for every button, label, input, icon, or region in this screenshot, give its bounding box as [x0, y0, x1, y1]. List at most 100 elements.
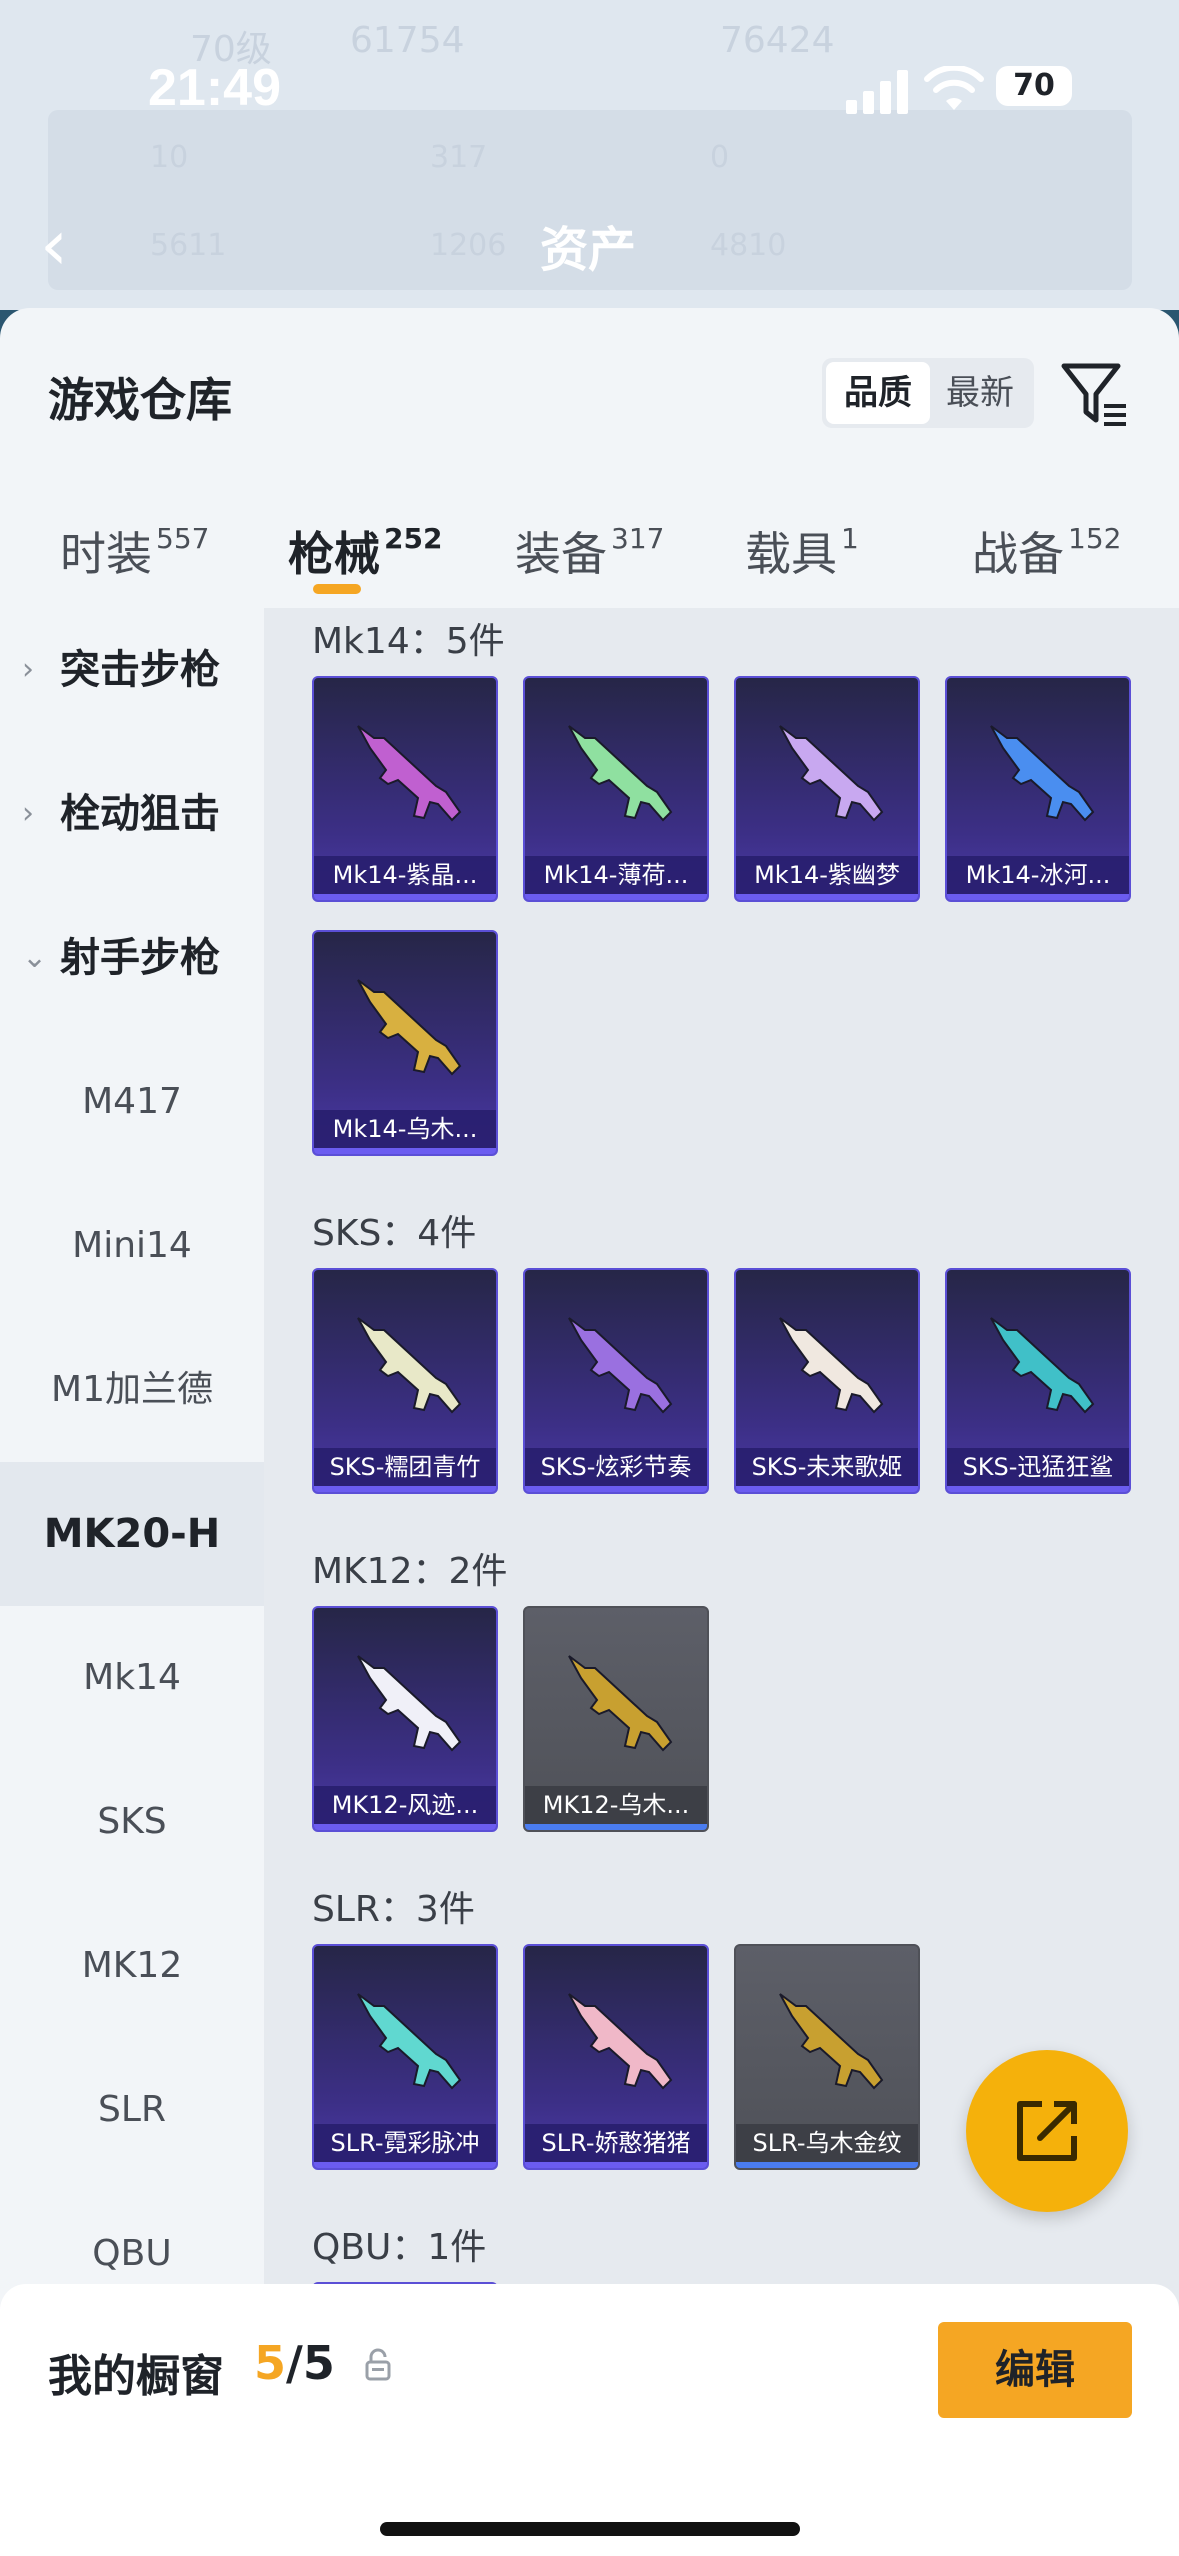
rifle-icon [990, 725, 1095, 822]
sidebar-item[interactable]: M1加兰德 [0, 1318, 264, 1462]
weapon-card[interactable]: Mk14-冰河... [945, 676, 1131, 902]
sidebar-item[interactable]: ⌄ 射手步枪 [0, 886, 264, 1030]
rifle-icon [779, 1993, 884, 2090]
weapon-card[interactable]: SKS-炫彩节奏 [523, 1268, 709, 1494]
showcase-count: 5/5 [254, 2336, 335, 2390]
sidebar-item[interactable]: MK12 [0, 1894, 264, 2038]
sidebar-item-label: SKS [97, 1801, 167, 1842]
share-icon [1017, 2101, 1077, 2161]
weapon-card[interactable]: SLR-霓彩脉冲 [312, 1944, 498, 2170]
tab-supplies[interactable]: 战备 152 [972, 518, 1121, 584]
sidebar-item[interactable]: › 突击步枪 [0, 598, 264, 742]
sheet-title: 游戏仓库 [48, 373, 232, 427]
weapon-name: SLR-娇憨猪猪 [525, 2124, 707, 2162]
weapon-grid: Mk14：5件 Mk14-紫晶... Mk14-薄荷... Mk14-紫幽梦 Mk14-… [264, 608, 1179, 2556]
sidebar-item-label: 射手步枪 [60, 935, 220, 981]
weapon-name: Mk14-乌木... [314, 1110, 496, 1148]
weapon-name: Mk14-薄荷... [525, 856, 707, 894]
sidebar-item-label: Mini14 [72, 1225, 192, 1266]
weapon-card[interactable]: Mk14-薄荷... [523, 676, 709, 902]
weapon-card[interactable]: MK12-乌木... [523, 1606, 709, 1832]
rifle-icon [568, 1317, 673, 1414]
sidebar-item[interactable]: MK20-H [0, 1462, 264, 1606]
weapon-name: SLR-乌木金纹 [736, 2124, 918, 2162]
weapon-card[interactable]: SKS-未来歌姬 [734, 1268, 920, 1494]
rifle-icon [779, 1317, 884, 1414]
weapon-name: Mk14-紫晶... [314, 856, 496, 894]
chevron-icon: › [22, 796, 34, 831]
sort-quality-button[interactable]: 品质 [826, 362, 930, 424]
tab-fashion[interactable]: 时装 557 [60, 518, 209, 584]
wifi-icon [924, 66, 984, 110]
sidebar-item-label: 突击步枪 [60, 647, 220, 693]
sort-latest-button[interactable]: 最新 [928, 362, 1032, 424]
edit-button[interactable]: 编辑 [938, 2322, 1132, 2418]
rarity-bar [314, 1486, 496, 1492]
weapon-name: SKS-未来歌姬 [736, 1448, 918, 1486]
weapon-card[interactable]: Mk14-紫晶... [312, 676, 498, 902]
rarity-bar [525, 2162, 707, 2168]
rarity-bar [314, 2162, 496, 2168]
cellular-signal-icon [846, 70, 908, 114]
rifle-icon [568, 1655, 673, 1752]
sidebar-item[interactable]: Mk14 [0, 1606, 264, 1750]
weapon-name: SKS-炫彩节奏 [525, 1448, 707, 1486]
rarity-bar [736, 1486, 918, 1492]
rifle-icon [357, 979, 462, 1076]
share-button[interactable] [966, 2050, 1128, 2212]
sidebar-item-label: SLR [98, 2089, 166, 2130]
sidebar-item-label: M1加兰德 [51, 1369, 213, 1410]
weapon-card[interactable]: SLR-乌木金纹 [734, 1944, 920, 2170]
rarity-bar [525, 894, 707, 900]
status-time: 21:49 [148, 59, 281, 117]
weapon-card[interactable]: Mk14-紫幽梦 [734, 676, 920, 902]
background-stat: 0 [710, 140, 730, 175]
sidebar-item[interactable]: M417 [0, 1030, 264, 1174]
sidebar-item-label: QBU [92, 2233, 172, 2274]
tab-equipment[interactable]: 装备 317 [515, 518, 664, 584]
category-tabs: 时装 557 枪械 252 装备 317 载具 1 战备 152 [0, 498, 1179, 608]
game-warehouse-sheet: 游戏仓库 品质 最新 时装 557 枪械 252 装备 317 载具 1 战备 152 ›… [0, 308, 1179, 2556]
chevron-icon: › [22, 652, 34, 687]
active-tab-indicator [313, 584, 361, 594]
rifle-icon [357, 725, 462, 822]
weapon-card[interactable]: SKS-糯团青竹 [312, 1268, 498, 1494]
sidebar-item[interactable]: Mini14 [0, 1174, 264, 1318]
sidebar-item-label: MK12 [81, 1945, 183, 1986]
weapon-card[interactable]: Mk14-乌木... [312, 930, 498, 1156]
sidebar-item-label: 栓动狙击 [60, 791, 220, 837]
rifle-icon [357, 1993, 462, 2090]
rifle-icon [357, 1655, 462, 1752]
back-button[interactable]: ‹ [40, 205, 100, 285]
rarity-bar [314, 1824, 496, 1830]
weapon-name: SKS-迅猛狂鲨 [947, 1448, 1129, 1486]
weapon-card[interactable]: SLR-娇憨猪猪 [523, 1944, 709, 2170]
background-stat: 4810 [710, 228, 787, 263]
weapon-name: SLR-霓彩脉冲 [314, 2124, 496, 2162]
rarity-bar [525, 1486, 707, 1492]
sidebar-item[interactable]: SKS [0, 1750, 264, 1894]
rarity-bar [314, 1148, 496, 1154]
weapon-type-sidebar: › 突击步枪 › 栓动狙击 ⌄ 射手步枪 M417 Mini14 M1加兰德 MK20-H Mk14… [0, 608, 264, 2556]
sidebar-item[interactable]: › 栓动狙击 [0, 742, 264, 886]
showcase-title: 我的橱窗 [48, 2351, 224, 2402]
background-stat: 317 [430, 140, 488, 175]
chevron-icon: ⌄ [22, 940, 48, 975]
tab-guns[interactable]: 枪械 252 [288, 518, 442, 584]
weapon-name: SKS-糯团青竹 [314, 1448, 496, 1486]
sidebar-item[interactable]: SLR [0, 2038, 264, 2182]
weapon-name: Mk14-紫幽梦 [736, 856, 918, 894]
rifle-icon [779, 725, 884, 822]
sidebar-item-label: Mk14 [83, 1657, 181, 1698]
lock-icon [365, 2348, 391, 2381]
weapon-name: MK12-风迹... [314, 1786, 496, 1824]
filter-icon[interactable] [1060, 362, 1130, 428]
weapon-card[interactable]: MK12-风迹... [312, 1606, 498, 1832]
rarity-bar [314, 894, 496, 900]
sort-toggle: 品质 最新 [822, 358, 1034, 428]
section-title: SKS：4件 [312, 1213, 477, 1254]
section-title: Mk14：5件 [312, 621, 505, 662]
rifle-icon [568, 1993, 673, 2090]
tab-vehicles[interactable]: 载具 1 [745, 518, 859, 584]
weapon-card[interactable]: SKS-迅猛狂鲨 [945, 1268, 1131, 1494]
